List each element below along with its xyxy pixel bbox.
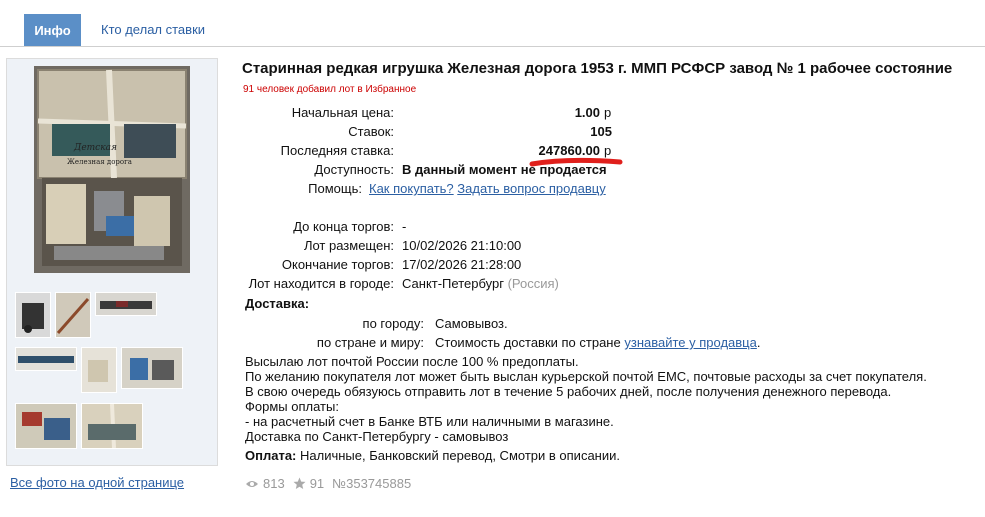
delivery-country-label: по стране и миру: — [316, 335, 424, 350]
city-name: Санкт-Петербург — [402, 276, 504, 291]
placed-value: 10/02/2026 21:10:00 — [402, 238, 522, 253]
thumb-6[interactable] — [121, 347, 183, 389]
description-line: Высылаю лот почтой России после 100 % пр… — [245, 354, 579, 369]
delivery-country-value: Стоимость доставки по стране узнавайте у… — [435, 335, 760, 350]
placed-label: Лот размещен: — [303, 238, 394, 253]
thumb-8[interactable] — [81, 403, 143, 449]
start-price-label: Начальная цена: — [291, 105, 394, 120]
stars-count: 91 — [309, 476, 325, 491]
ask-seller-link[interactable]: Задать вопрос продавцу — [457, 181, 605, 196]
description-line: В свою очередь обязуюсь отправить лот в … — [245, 384, 892, 399]
photo-gallery: Детская Железная дорога — [6, 58, 218, 466]
country-name: (Россия) — [507, 276, 559, 291]
tab-info[interactable]: Инфо — [24, 14, 81, 46]
city-label: Лот находится в городе: — [248, 276, 394, 291]
thumb-1[interactable] — [15, 292, 51, 338]
tab-bidders[interactable]: Кто делал ставки — [101, 22, 205, 37]
thumb-2[interactable] — [55, 292, 91, 338]
svg-text:Железная дорога: Железная дорога — [67, 158, 132, 166]
views-count: 813 — [263, 476, 285, 491]
close-value: 17/02/2026 21:28:00 — [402, 257, 522, 272]
ask-seller-delivery-link[interactable]: узнавайте у продавца — [624, 335, 757, 350]
favorites-note: 91 человек добавил лот в Избранное — [243, 84, 417, 95]
thumb-4[interactable] — [15, 347, 77, 371]
lot-stats: 813 91 №353745885 — [245, 476, 411, 491]
start-price-currency: р — [604, 105, 612, 120]
payment-row: Оплата: Наличные, Банковский перевод, См… — [245, 448, 620, 463]
bids-value: 105 — [590, 124, 612, 139]
time-left-label: До конца торгов: — [293, 219, 394, 234]
payment-label: Оплата: — [245, 448, 297, 463]
main-photo[interactable]: Детская Железная дорога — [34, 66, 190, 273]
delivery-country-dot: . — [756, 335, 761, 350]
how-to-buy-link[interactable]: Как покупать? — [369, 181, 454, 196]
payment-value: Наличные, Банковский перевод, Смотри в о… — [300, 448, 620, 463]
eye-icon — [246, 480, 258, 487]
delivery-city-value: Самовывоз. — [435, 316, 508, 331]
delivery-country-text: Стоимость доставки по стране — [435, 335, 621, 350]
thumb-7[interactable] — [15, 403, 77, 449]
thumb-5[interactable] — [81, 347, 117, 393]
last-bid-label: Последняя ставка: — [280, 143, 394, 158]
start-price-value: 1.00 — [574, 105, 600, 120]
all-photos-link[interactable]: Все фото на одной странице — [10, 475, 184, 490]
bids-label: Ставок: — [348, 124, 394, 139]
close-label: Окончание торгов: — [281, 257, 394, 272]
description-line: Формы оплаты: — [245, 399, 339, 414]
description-line: Доставка по Санкт-Петербургу - самовывоз — [245, 429, 509, 444]
availability-label: Доступность: — [314, 162, 394, 177]
help-label: Помощь: — [308, 181, 362, 196]
lot-number: №353745885 — [332, 476, 412, 491]
help-links: Как покупать? Задать вопрос продавцу — [369, 181, 606, 196]
delivery-city-label: по городу: — [362, 316, 424, 331]
availability-value: В данный момент не продается — [402, 162, 607, 177]
lot-title: Старинная редкая игрушка Железная дорога… — [242, 60, 953, 77]
delivery-heading: Доставка: — [245, 296, 310, 311]
star-icon — [293, 477, 306, 489]
svg-text:Детская: Детская — [73, 143, 117, 153]
description-line: - на расчетный счет в Банке ВТБ или нали… — [245, 414, 614, 429]
time-left-value: - — [402, 219, 407, 234]
city-value: Санкт-Петербург (Россия) — [402, 276, 559, 291]
description-line: По желанию покупателя лот может быть выс… — [245, 369, 927, 384]
thumb-3[interactable] — [95, 292, 157, 316]
